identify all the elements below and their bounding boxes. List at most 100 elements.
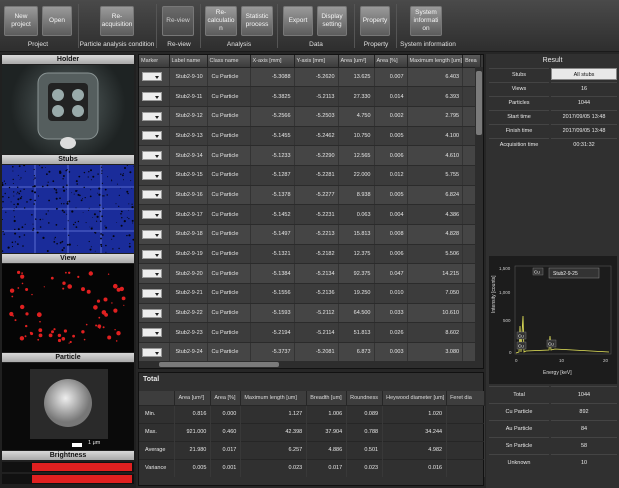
marker-dropdown[interactable]: [139, 263, 170, 285]
marker-dropdown[interactable]: [139, 303, 170, 324]
summary-header: Roundness: [346, 391, 384, 405]
class-count: 892: [551, 403, 617, 419]
value-cell: 3.080: [407, 342, 464, 363]
column-header[interactable]: Area [%]: [374, 55, 408, 68]
summary-value: 34.244: [382, 422, 448, 441]
chevron-down-icon[interactable]: [142, 131, 162, 141]
display-setting-button[interactable]: Display setting: [317, 6, 347, 36]
value-cell: 4.100: [407, 126, 464, 147]
brightness-bar-2[interactable]: [2, 474, 134, 484]
marker-dropdown[interactable]: [139, 342, 170, 363]
stubs-map[interactable]: [2, 165, 134, 253]
value-cell: 10.750: [338, 126, 375, 147]
summary-value: 1.006: [306, 404, 348, 423]
value-cell: 0.005: [374, 126, 408, 147]
label-name-cell: Stub2-9-15: [169, 165, 208, 186]
value-cell: -5.1321: [250, 244, 295, 265]
review-button[interactable]: Re-view: [162, 6, 194, 36]
label-name-cell: Stub2-9-11: [169, 86, 208, 107]
value-cell: 0.014: [374, 86, 408, 107]
chevron-down-icon[interactable]: [142, 328, 162, 338]
view-image[interactable]: [2, 264, 134, 352]
value-cell: 15.813: [338, 224, 375, 245]
table-vertical-scrollbar[interactable]: [475, 67, 483, 368]
marker-dropdown[interactable]: [139, 67, 170, 88]
table-row[interactable]: Stub2-9-18 Cu Particle -5.1497 -5.2213 15.81…: [139, 224, 482, 245]
summary-row: Max. 921.000 0.460 42.398 37.904 0.788 34.244: [139, 422, 485, 441]
table-row[interactable]: Stub2-9-11 Cu Particle -5.3825 -5.2113 27.33…: [139, 86, 482, 107]
table-row[interactable]: Stub2-9-19 Cu Particle -5.1321 -5.2182 12.37…: [139, 244, 482, 265]
table-row[interactable]: Stub2-9-16 Cu Particle -5.1378 -5.2277 8.938…: [139, 185, 482, 206]
column-header[interactable]: Y-axis [mm]: [294, 55, 339, 68]
summary-header: [139, 391, 176, 405]
class-name-cell: Cu Particle: [207, 145, 251, 166]
summary-header: Heywood diameter [um]: [382, 391, 448, 405]
marker-dropdown[interactable]: [139, 185, 170, 206]
chevron-down-icon[interactable]: [142, 210, 162, 220]
marker-dropdown[interactable]: [139, 126, 170, 147]
value-cell: 6.403: [407, 67, 464, 88]
table-row[interactable]: Stub2-9-20 Cu Particle -5.1384 -5.2134 92.37…: [139, 263, 482, 285]
chevron-down-icon[interactable]: [142, 170, 162, 180]
recalculation-button[interactable]: Re- calculatio n: [205, 6, 237, 36]
column-header[interactable]: Class name: [207, 55, 251, 68]
column-header[interactable]: Maximum length [um]: [407, 55, 464, 68]
statistic-process-button[interactable]: Statistic process: [241, 6, 273, 36]
column-header[interactable]: Label name: [169, 55, 208, 68]
label-name-cell: Stub2-9-12: [169, 106, 208, 127]
marker-dropdown[interactable]: [139, 322, 170, 344]
open-button[interactable]: Open: [42, 6, 72, 36]
label-name-cell: Stub2-9-10: [169, 67, 208, 88]
table-row[interactable]: Stub2-9-15 Cu Particle -5.1287 -5.2281 22.00…: [139, 165, 482, 186]
chevron-down-icon[interactable]: [142, 308, 162, 318]
chevron-down-icon[interactable]: [142, 151, 162, 161]
new-project-button[interactable]: New project: [4, 6, 38, 36]
table-row[interactable]: Stub2-9-24 Cu Particle -5.3737 -5.2081 6.873…: [139, 342, 482, 363]
value-cell: -5.1455: [250, 126, 295, 147]
result-info-value: 00:31:32: [551, 138, 617, 150]
marker-dropdown[interactable]: [139, 106, 170, 127]
table-row[interactable]: Stub2-9-22 Cu Particle -5.1593 -5.2112 64.50…: [139, 303, 482, 324]
holder-title: Holder: [2, 55, 134, 64]
table-row[interactable]: Stub2-9-14 Cu Particle -5.1233 -5.2290 12.56…: [139, 145, 482, 166]
column-header[interactable]: Area [um²]: [338, 55, 375, 68]
chevron-down-icon[interactable]: [142, 72, 162, 82]
table-row[interactable]: Stub2-9-12 Cu Particle -5.2566 -5.2503 4.750…: [139, 106, 482, 127]
stubs-select[interactable]: All stubs: [551, 68, 617, 80]
chevron-down-icon[interactable]: [142, 249, 162, 259]
table-row[interactable]: Stub2-9-23 Cu Particle -5.2194 -5.2114 51.81…: [139, 322, 482, 344]
marker-dropdown[interactable]: [139, 283, 170, 304]
column-header[interactable]: Brea: [462, 55, 482, 68]
chevron-down-icon[interactable]: [142, 92, 162, 102]
summary-value: 0.001: [210, 458, 242, 477]
chevron-down-icon[interactable]: [142, 190, 162, 200]
summary-value: 6.257: [240, 440, 308, 459]
column-header[interactable]: Marker: [139, 55, 170, 68]
table-horizontal-scrollbar[interactable]: [139, 361, 477, 368]
marker-dropdown[interactable]: [139, 165, 170, 186]
marker-dropdown[interactable]: [139, 204, 170, 225]
table-row[interactable]: Stub2-9-21 Cu Particle -5.1556 -5.2136 19.25…: [139, 283, 482, 304]
marker-dropdown[interactable]: [139, 224, 170, 245]
marker-dropdown[interactable]: [139, 145, 170, 166]
value-cell: -5.3088: [250, 67, 295, 88]
chevron-down-icon[interactable]: [142, 269, 162, 279]
chevron-down-icon[interactable]: [142, 229, 162, 239]
chevron-down-icon[interactable]: [142, 111, 162, 121]
summary-value: [446, 404, 485, 423]
table-row[interactable]: Stub2-9-10 Cu Particle -5.3088 -5.2620 13.62…: [139, 67, 482, 88]
export-button[interactable]: Export: [283, 6, 313, 36]
chevron-down-icon[interactable]: [142, 288, 162, 298]
table-row[interactable]: Stub2-9-17 Cu Particle -5.1452 -5.2231 0.063…: [139, 204, 482, 225]
system-information-button[interactable]: System informati on: [410, 6, 442, 36]
reacquisition-button[interactable]: Re- acquisition: [100, 6, 134, 36]
holder-image[interactable]: [2, 65, 134, 154]
column-header[interactable]: X-axis [mm]: [250, 55, 295, 68]
class-count-row: Au Particle 84: [489, 420, 617, 436]
brightness-bar-1[interactable]: [2, 462, 134, 472]
marker-dropdown[interactable]: [139, 86, 170, 107]
marker-dropdown[interactable]: [139, 244, 170, 265]
table-row[interactable]: Stub2-9-13 Cu Particle -5.1455 -5.2462 10.75…: [139, 126, 482, 147]
property-button[interactable]: Property: [360, 6, 390, 36]
chevron-down-icon[interactable]: [142, 347, 162, 357]
